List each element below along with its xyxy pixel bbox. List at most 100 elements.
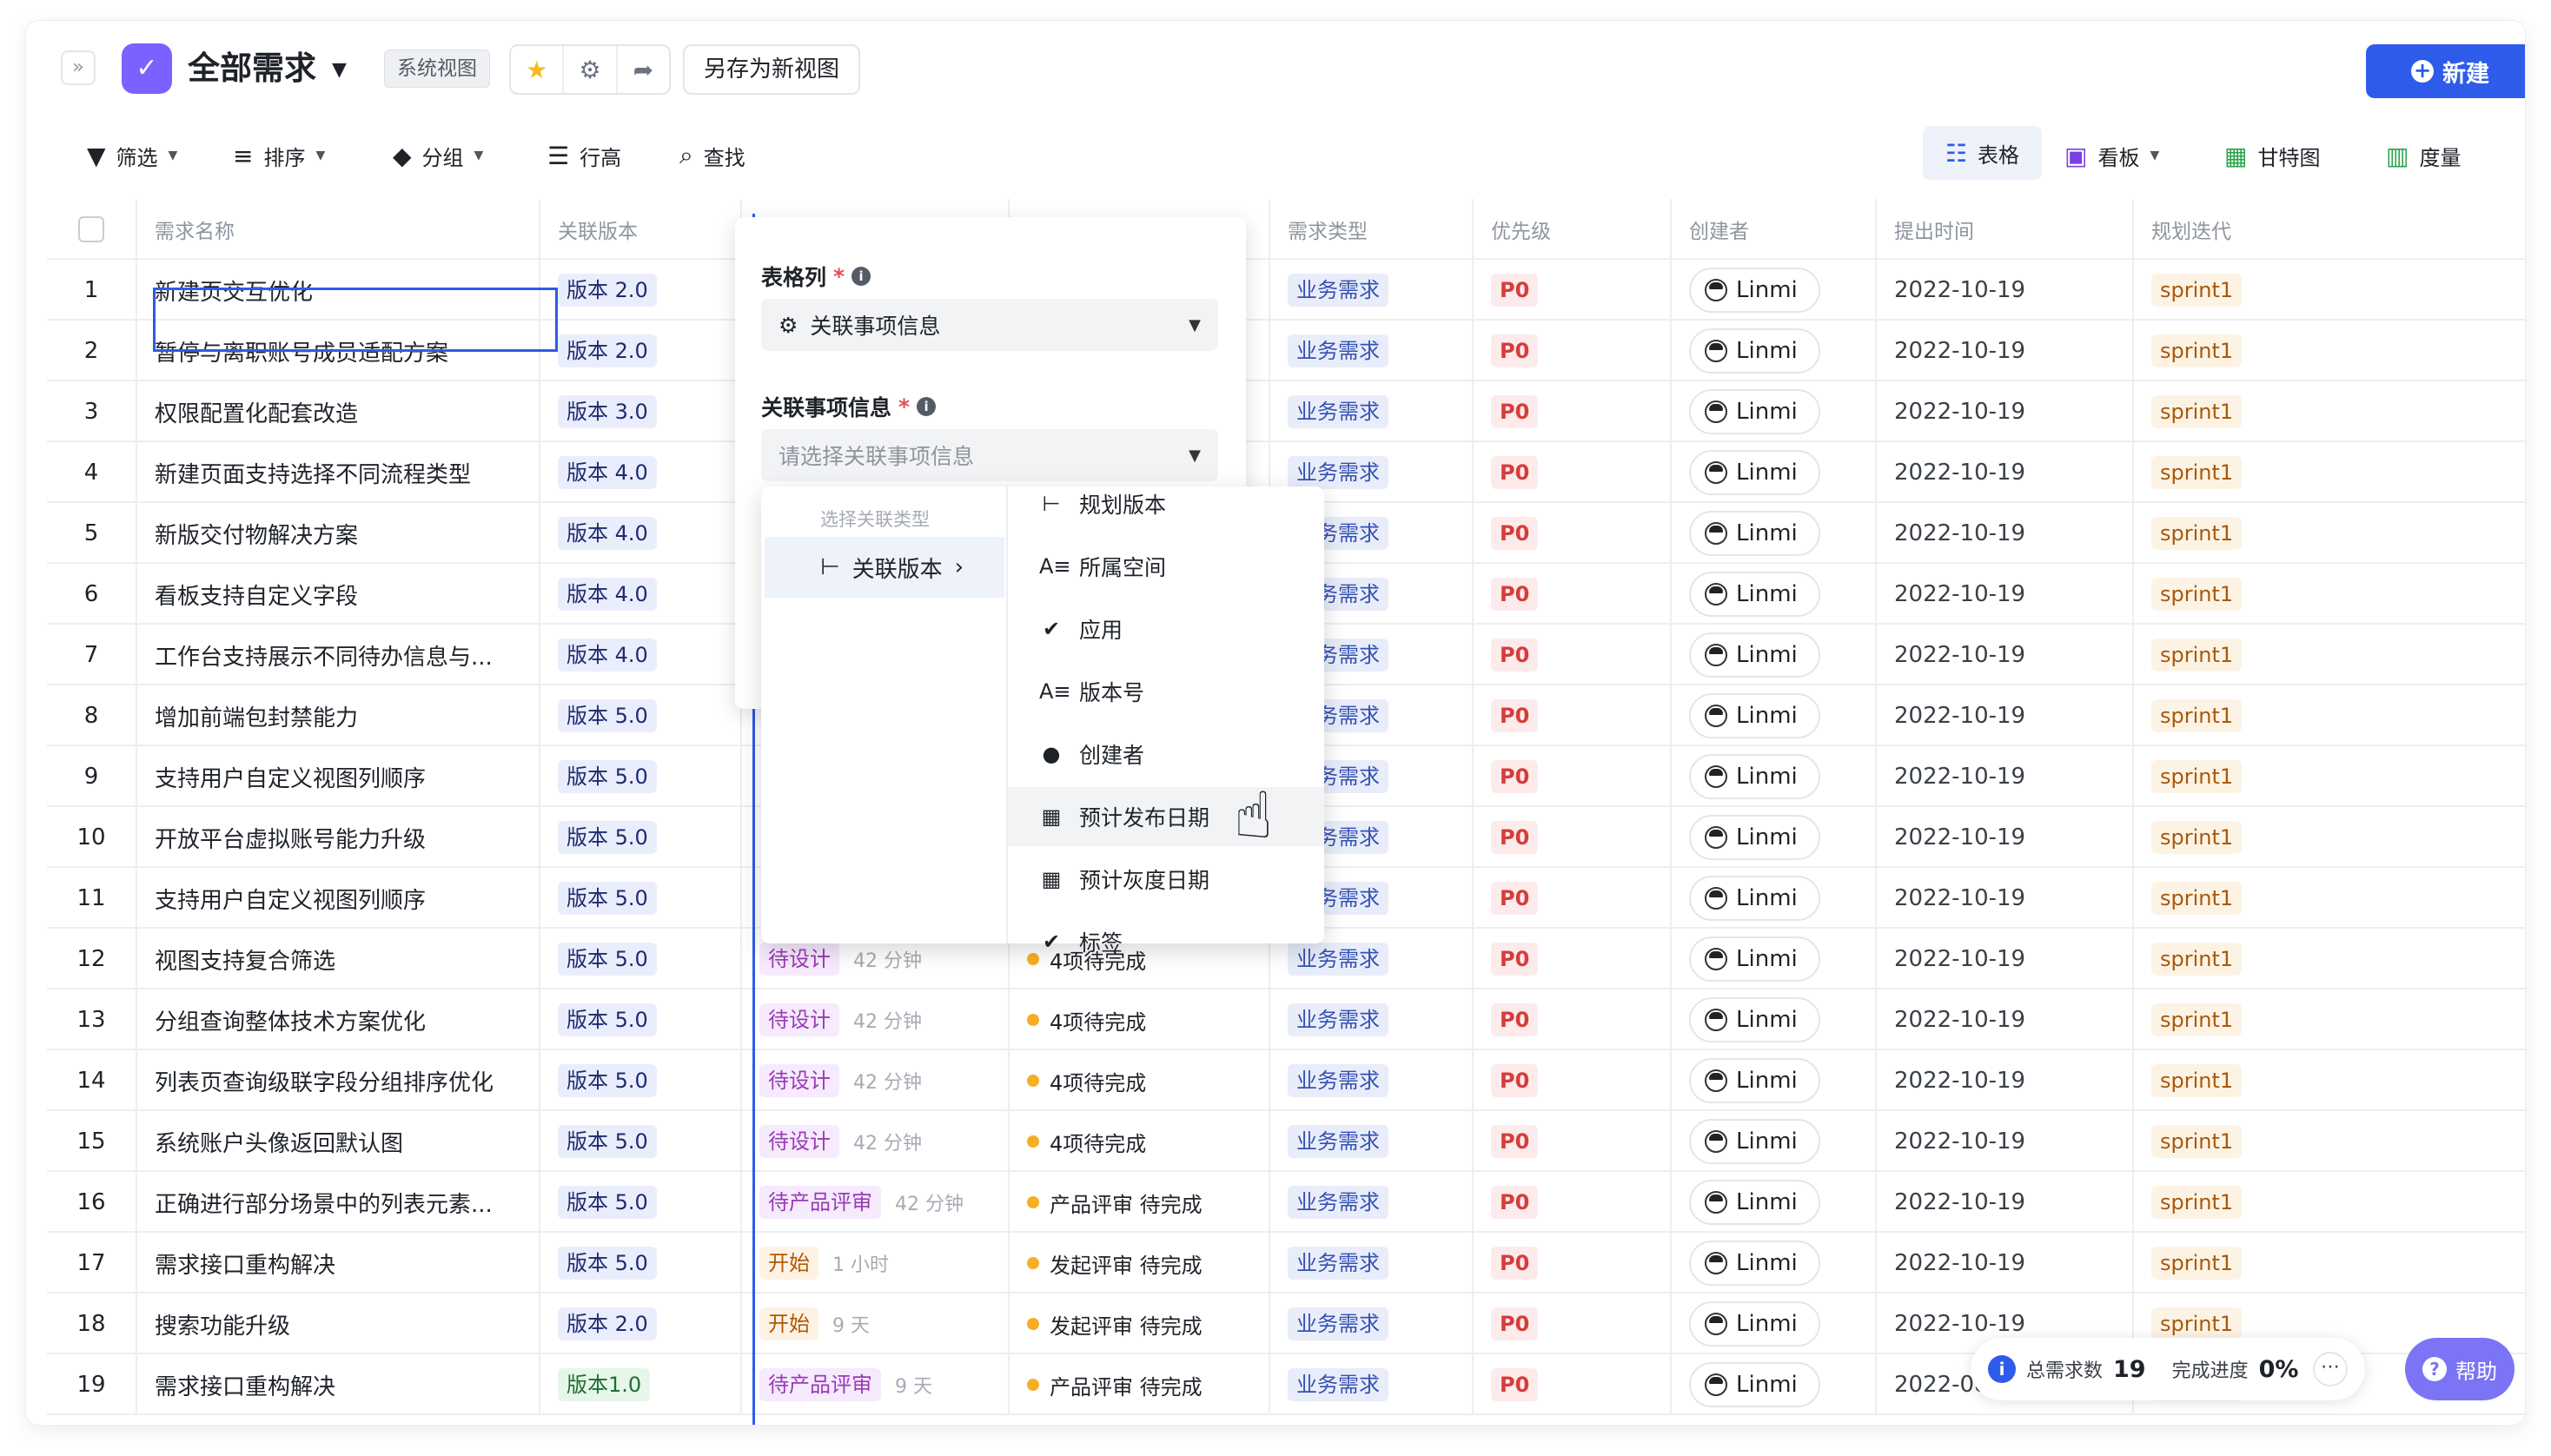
type-cell[interactable]: 业务需求 [1270,1233,1474,1294]
priority-cell[interactable]: P0 [1474,321,1672,381]
sprint-cell[interactable]: sprint1 [2134,381,2525,442]
priority-cell[interactable]: P0 [1474,1111,1672,1172]
priority-cell[interactable]: P0 [1474,1233,1672,1294]
requirement-name[interactable]: 支持用户自定义视图列顺序 [137,868,540,929]
sprint-cell[interactable]: sprint1 [2134,1111,2525,1172]
cascader-option[interactable]: ▦ 预计灰度日期 [1008,850,1324,909]
version-cell[interactable]: 版本 2.0 [540,321,742,381]
requirement-name[interactable]: 开放平台虚拟账号能力升级 [137,807,540,868]
progress-cell[interactable]: 4项待完成 [1010,989,1270,1050]
requirement-name[interactable]: 新建页面支持选择不同流程类型 [137,442,540,503]
save-as-new-view-button[interactable]: 另存为新视图 [683,44,861,95]
version-cell[interactable]: 版本 4.0 [540,564,742,625]
creator-pill[interactable]: Linmi [1689,1058,1820,1103]
date-cell[interactable]: 2022-10-19 [1877,381,2134,442]
version-cell[interactable]: 版本 5.0 [540,1233,742,1294]
header-date[interactable]: 提出时间 [1877,199,2134,260]
status-tag[interactable]: 待产品评审 [759,1368,881,1401]
date-cell[interactable]: 2022-10-19 [1877,868,2134,929]
progress-cell[interactable]: 4项待完成 [1010,1111,1270,1172]
progress-cell[interactable]: 产品评审 待完成 [1010,1172,1270,1233]
creator-cell[interactable]: Linmi [1672,1233,1877,1294]
type-cell[interactable]: 业务需求 [1270,1172,1474,1233]
progress-cell[interactable]: 发起评审 待完成 [1010,1294,1270,1354]
select-all-checkbox[interactable] [78,216,104,242]
requirement-name[interactable]: 支持用户自定义视图列顺序 [137,746,540,807]
requirement-name[interactable]: 增加前端包封禁能力 [137,685,540,746]
creator-cell[interactable]: Linmi [1672,260,1877,321]
creator-pill[interactable]: Linmi [1689,1241,1820,1286]
version-cell[interactable]: 版本 2.0 [540,260,742,321]
requirement-name[interactable]: 搜索功能升级 [137,1294,540,1354]
table-row[interactable]: 14 列表页查询级联字段分组排序优化 版本 5.0 待设计 42 分钟 4项待完成 业务需求… [47,1050,2525,1111]
status-tag[interactable]: 待产品评审 [759,1186,881,1219]
creator-cell[interactable]: Linmi [1672,868,1877,929]
type-cell[interactable]: 业务需求 [1270,260,1474,321]
version-cell[interactable]: 版本 3.0 [540,381,742,442]
table-row[interactable]: 16 正确进行部分场景中的列表元素... 版本 5.0 待产品评审 42 分钟 产品评审 … [47,1172,2525,1233]
group-button[interactable]: ◆ 分组 ▼ [393,134,483,177]
status-tag[interactable]: 待设计 [759,943,839,976]
creator-pill[interactable]: Linmi [1689,997,1820,1042]
priority-cell[interactable]: P0 [1474,685,1672,746]
status-tag[interactable]: 待设计 [759,1125,839,1158]
requirement-name[interactable]: 正确进行部分场景中的列表元素... [137,1172,540,1233]
creator-cell[interactable]: Linmi [1672,503,1877,564]
header-version[interactable]: 关联版本 [540,199,742,260]
creator-pill[interactable]: Linmi [1689,1180,1820,1225]
version-cell[interactable]: 版本 4.0 [540,625,742,685]
info-icon[interactable]: i [851,267,871,286]
creator-pill[interactable]: Linmi [1689,1301,1820,1347]
header-name[interactable]: 需求名称 [137,199,540,260]
sprint-cell[interactable]: sprint1 [2134,442,2525,503]
sprint-cell[interactable]: sprint1 [2134,1233,2525,1294]
requirement-name[interactable]: 工作台支持展示不同待办信息与... [137,625,540,685]
version-cell[interactable]: 版本 5.0 [540,1111,742,1172]
status-cell[interactable]: 待设计 42 分钟 [742,1111,1010,1172]
cascader-option[interactable]: A≡ 所属空间 [1008,537,1324,596]
priority-cell[interactable]: P0 [1474,1294,1672,1354]
creator-pill[interactable]: Linmi [1689,936,1820,982]
status-cell[interactable]: 待产品评审 9 天 [742,1354,1010,1415]
cascader-option[interactable]: ✔ 标签 [1008,912,1324,971]
progress-cell[interactable]: 产品评审 待完成 [1010,1354,1270,1415]
priority-cell[interactable]: P0 [1474,381,1672,442]
progress-cell[interactable]: 4项待完成 [1010,1050,1270,1111]
priority-cell[interactable]: P0 [1474,1050,1672,1111]
creator-cell[interactable]: Linmi [1672,1050,1877,1111]
sprint-cell[interactable]: sprint1 [2134,260,2525,321]
cascader-option[interactable]: ▦ 预计发布日期 [1008,787,1324,846]
date-cell[interactable]: 2022-10-19 [1877,685,2134,746]
header-priority[interactable]: 优先级 [1474,199,1672,260]
table-row[interactable]: 15 系统账户头像返回默认图 版本 5.0 待设计 42 分钟 4项待完成 业务需求 P0 Li… [47,1111,2525,1172]
type-cell[interactable]: 业务需求 [1270,1050,1474,1111]
creator-pill[interactable]: Linmi [1689,1119,1820,1164]
sprint-cell[interactable]: sprint1 [2134,625,2525,685]
priority-cell[interactable]: P0 [1474,564,1672,625]
cascader-type-related-version[interactable]: ⊢ 关联版本 › [765,537,1004,598]
cascader-option[interactable]: A≡ 版本号 [1008,662,1324,721]
priority-cell[interactable]: P0 [1474,746,1672,807]
creator-pill[interactable]: Linmi [1689,328,1820,374]
creator-cell[interactable]: Linmi [1672,929,1877,989]
date-cell[interactable]: 2022-10-19 [1877,746,2134,807]
date-cell[interactable]: 2022-10-19 [1877,442,2134,503]
priority-cell[interactable]: P0 [1474,989,1672,1050]
related-info-select[interactable]: 请选择关联事项信息 ▼ [761,429,1218,481]
header-type[interactable]: 需求类型 [1270,199,1474,260]
priority-cell[interactable]: P0 [1474,442,1672,503]
status-cell[interactable]: 待设计 42 分钟 [742,989,1010,1050]
version-cell[interactable]: 版本 5.0 [540,685,742,746]
creator-cell[interactable]: Linmi [1672,442,1877,503]
requirement-name[interactable]: 分组查询整体技术方案优化 [137,989,540,1050]
status-tag[interactable]: 开始 [759,1247,818,1280]
requirement-name[interactable]: 看板支持自定义字段 [137,564,540,625]
priority-cell[interactable]: P0 [1474,260,1672,321]
sprint-cell[interactable]: sprint1 [2134,807,2525,868]
cascader-option[interactable]: ✔ 应用 [1008,599,1324,659]
date-cell[interactable]: 2022-10-19 [1877,1172,2134,1233]
version-cell[interactable]: 版本 5.0 [540,868,742,929]
type-cell[interactable]: 业务需求 [1270,989,1474,1050]
header-creator[interactable]: 创建者 [1672,199,1877,260]
tab-gantt[interactable]: ▦ 甘特图 [2224,134,2320,177]
